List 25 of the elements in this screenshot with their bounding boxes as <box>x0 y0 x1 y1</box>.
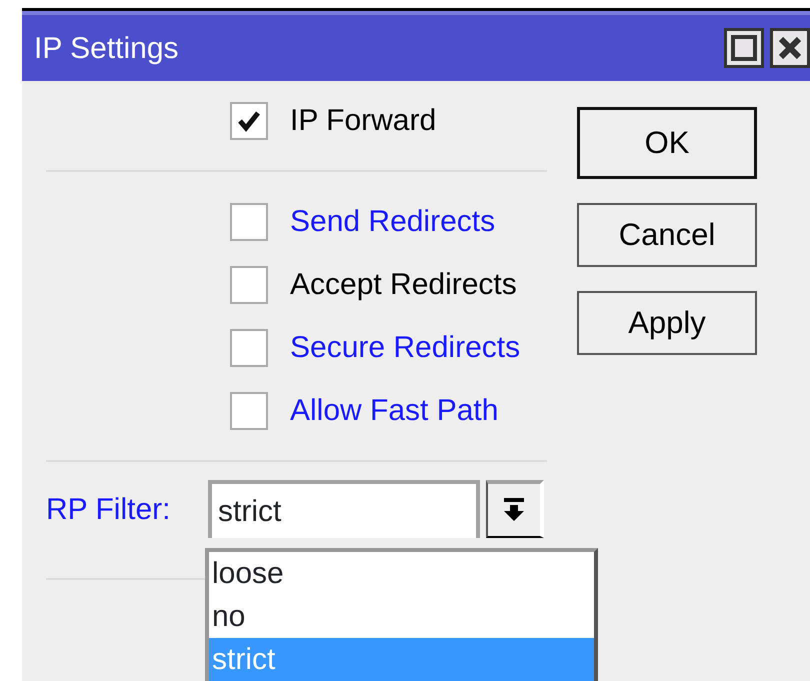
dropdown-option[interactable]: loose <box>209 552 594 595</box>
checkbox-label: Accept Redirects <box>290 267 517 303</box>
dropdown-button[interactable] <box>486 480 544 538</box>
maximize-icon <box>730 34 758 62</box>
checkbox-label: Allow Fast Path <box>290 393 498 429</box>
dialog-button[interactable]: Cancel <box>577 203 757 267</box>
maximize-button[interactable] <box>724 28 764 68</box>
window-title: IP Settings <box>34 30 179 66</box>
dropdown-option[interactable]: no <box>209 595 594 638</box>
checkbox[interactable] <box>230 392 268 430</box>
checkbox[interactable] <box>230 202 268 240</box>
field-label: RP Filter: <box>46 492 172 528</box>
checkbox[interactable] <box>230 102 268 140</box>
close-icon <box>776 34 804 62</box>
checkbox-label: Secure Redirects <box>290 330 520 366</box>
checkbox-label: Send Redirects <box>290 204 496 240</box>
dialog-button[interactable]: Apply <box>577 291 757 355</box>
dialog-button[interactable]: OK <box>577 107 757 179</box>
close-button[interactable] <box>770 28 810 68</box>
dropdown-field[interactable]: strict <box>208 480 480 538</box>
checkbox[interactable] <box>230 328 268 366</box>
arrow-down-icon <box>502 497 526 523</box>
checkbox[interactable] <box>230 266 268 304</box>
checkbox-label: IP Forward <box>290 103 436 139</box>
checkmark-icon <box>237 108 261 132</box>
